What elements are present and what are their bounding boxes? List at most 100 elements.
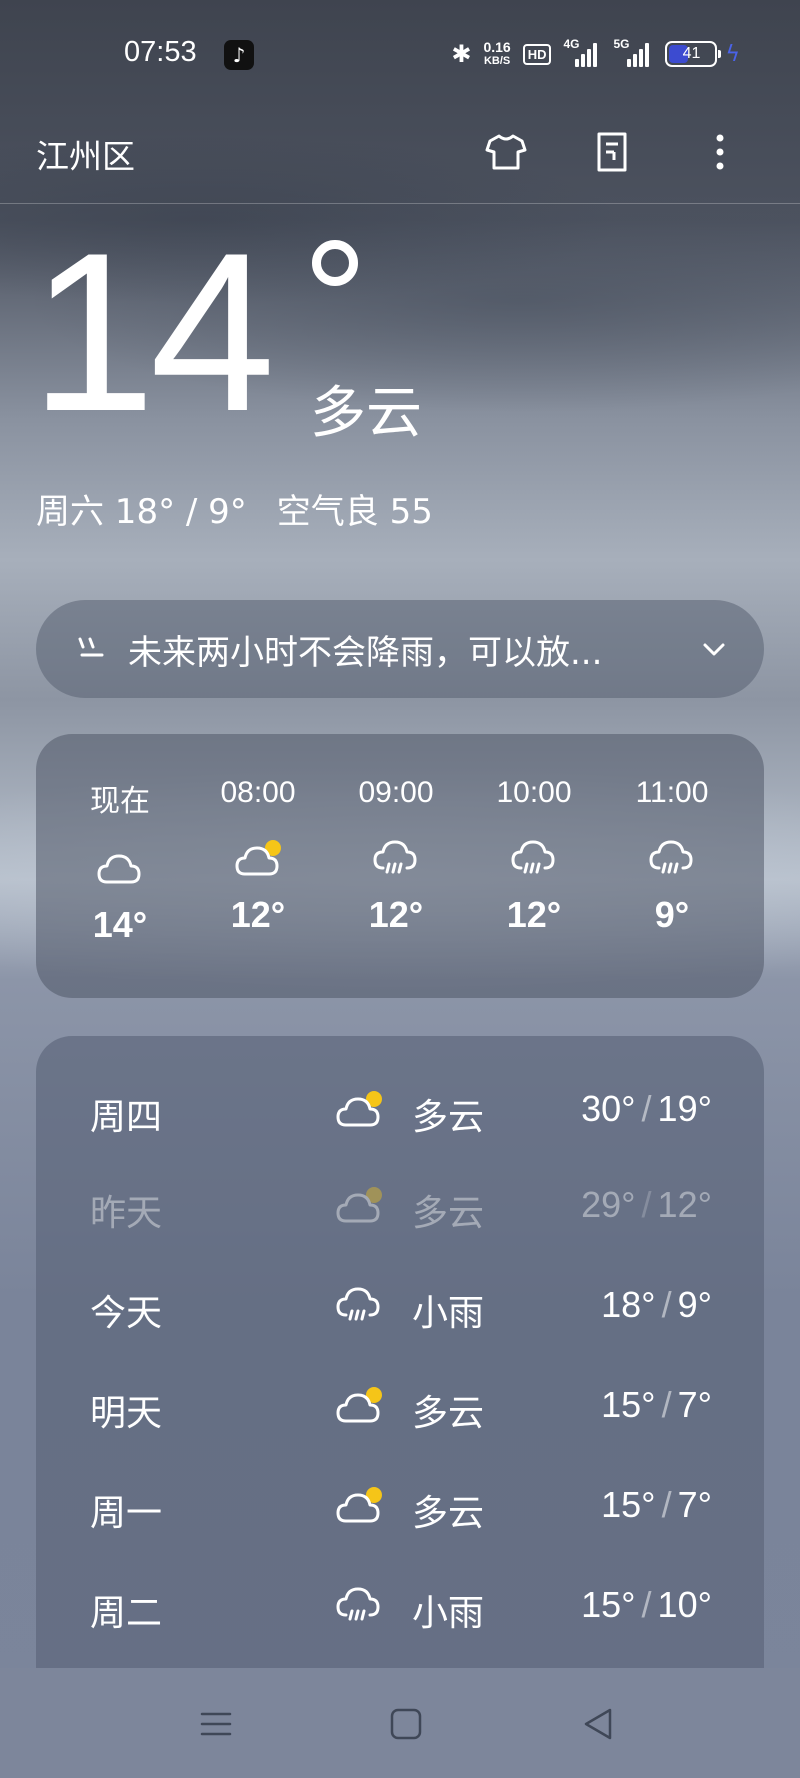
- partly-cloudy-icon: [332, 1480, 386, 1530]
- hourly-temp: 12°: [368, 894, 424, 935]
- shirt-icon[interactable]: [482, 128, 530, 176]
- day-high: 30°: [581, 1088, 636, 1129]
- air-quality[interactable]: 空气良 55: [277, 492, 433, 532]
- light-rain-icon: [326, 834, 466, 884]
- day-low: 7°: [677, 1484, 712, 1525]
- day-name: 今天: [90, 1293, 163, 1334]
- current-condition: 多云: [310, 381, 422, 446]
- home-icon[interactable]: [386, 1704, 426, 1744]
- day-condition: 多云: [412, 1493, 485, 1534]
- light-rain-icon: [332, 1280, 386, 1330]
- signal-4g-label: 4G: [563, 37, 580, 51]
- hourly-item: 11:00 9°: [602, 776, 742, 936]
- rain-forecast-text: 未来两小时不会降雨，可以放...: [128, 632, 603, 673]
- day-low: 9°: [677, 1284, 712, 1325]
- bluetooth-icon: ✱: [451, 40, 472, 68]
- partly-cloudy-icon: [188, 834, 328, 884]
- light-rain-icon: [464, 834, 604, 884]
- signal-4g-icon: 4G: [563, 37, 601, 67]
- status-bar: 07:53 ♪ ✱ 0.16 KB/S HD 4G 5G 41 ϟ: [0, 0, 800, 100]
- status-icons: ✱ 0.16 KB/S HD 4G 5G 41 ϟ: [451, 36, 740, 72]
- battery-icon: 41: [665, 41, 722, 67]
- day-temp-range: 15°/7°: [601, 1484, 712, 1526]
- hourly-time: 11:00: [635, 776, 709, 809]
- system-nav-bar: [0, 1668, 800, 1778]
- day-temp-range: 29°/12°: [581, 1184, 712, 1226]
- day-temp-range: 15°/10°: [581, 1584, 712, 1626]
- temp-separator: /: [641, 1088, 652, 1129]
- hourly-item: 09:00 12°: [326, 776, 466, 936]
- day-temp-range: 30°/19°: [581, 1088, 712, 1130]
- battery-level: 41: [682, 45, 701, 62]
- hourly-forecast-card[interactable]: 现在 14° 08:00 12° 09:00 12° 10:00 12° 11:00 9°: [36, 734, 764, 998]
- day-temp-range: 15°/7°: [601, 1384, 712, 1426]
- day-name: 周四: [90, 1097, 163, 1138]
- day-name: 周二: [90, 1593, 163, 1634]
- day-condition: 多云: [412, 1193, 485, 1234]
- app-header: 江州区: [0, 110, 800, 204]
- partly-cloudy-icon: [332, 1084, 386, 1134]
- day-high: 15°: [601, 1484, 656, 1525]
- back-icon[interactable]: [578, 1704, 618, 1744]
- status-time: 07:53: [124, 36, 197, 68]
- partly-cloudy-icon: [332, 1380, 386, 1430]
- hourly-item: 08:00 12°: [188, 776, 328, 936]
- hourly-time: 10:00: [496, 776, 572, 809]
- day-name: 周一: [90, 1493, 163, 1534]
- signal-5g-label: 5G: [613, 37, 630, 51]
- document-icon[interactable]: [588, 128, 636, 176]
- rain-icon: [76, 632, 106, 667]
- network-speed-value: 0.16: [483, 39, 511, 55]
- hourly-time: 08:00: [220, 776, 296, 809]
- day-condition: 多云: [412, 1097, 485, 1138]
- day-high: 18°: [601, 1284, 656, 1325]
- day-condition: 小雨: [412, 1293, 485, 1334]
- daily-row[interactable]: 周一 多云 15°/7°: [36, 1478, 764, 1538]
- temp-separator: /: [661, 1284, 672, 1325]
- degree-symbol: [312, 240, 358, 286]
- chevron-down-icon[interactable]: [698, 633, 730, 665]
- charging-icon: ϟ: [725, 41, 740, 67]
- day-high: 15°: [581, 1584, 636, 1625]
- network-speed: 0.16 KB/S: [483, 40, 510, 68]
- day-high: 15°: [601, 1384, 656, 1425]
- today-summary: 周六 18° / 9° 空气良 55: [36, 484, 433, 533]
- hourly-temp: 9°: [654, 894, 690, 935]
- daily-forecast-card[interactable]: 周四 多云 30°/19° 昨天 多云 29°/12° 今天 小雨 18°/9° 明天 多云 15° /…: [36, 1036, 764, 1668]
- daily-row[interactable]: 昨天 多云 29°/12°: [36, 1178, 764, 1238]
- day-name: 明天: [90, 1393, 163, 1434]
- day-low: 12°: [657, 1184, 712, 1225]
- daily-row[interactable]: 明天 多云 15°/7°: [36, 1378, 764, 1438]
- temp-separator: /: [641, 1584, 652, 1625]
- day-temp-range: 18°/9°: [601, 1284, 712, 1326]
- location-title[interactable]: 江州区: [36, 130, 135, 178]
- partly-cloudy-icon: [332, 1180, 386, 1230]
- hourly-temp: 12°: [230, 894, 286, 935]
- hourly-time: 09:00: [358, 776, 434, 809]
- cloudy-icon: [50, 844, 190, 894]
- temp-separator: /: [661, 1384, 672, 1425]
- hd-badge: HD: [522, 43, 552, 65]
- light-rain-icon: [332, 1580, 386, 1630]
- daily-row[interactable]: 周二 小雨 15°/10°: [36, 1578, 764, 1638]
- temp-separator: /: [661, 1484, 672, 1525]
- hourly-time: 现在: [90, 784, 150, 819]
- day-condition: 多云: [412, 1393, 485, 1434]
- network-speed-unit: KB/S: [483, 55, 511, 67]
- day-condition: 小雨: [412, 1593, 485, 1634]
- daily-row[interactable]: 今天 小雨 18°/9°: [36, 1278, 764, 1338]
- menu-icon[interactable]: [196, 1704, 236, 1744]
- more-icon[interactable]: [696, 128, 744, 176]
- today-temp-range: 周六 18° / 9°: [36, 492, 247, 532]
- rain-forecast-banner[interactable]: 未来两小时不会降雨，可以放...: [36, 600, 764, 698]
- day-low: 10°: [657, 1584, 712, 1625]
- day-low: 19°: [657, 1088, 712, 1129]
- signal-5g-icon: 5G: [613, 37, 653, 67]
- hourly-item: 10:00 12°: [464, 776, 604, 936]
- tiktok-notification-icon: ♪: [224, 40, 254, 70]
- hourly-temp: 14°: [92, 904, 148, 945]
- day-name: 昨天: [90, 1193, 163, 1234]
- daily-row[interactable]: 周四 多云 30°/19°: [36, 1082, 764, 1142]
- hourly-temp: 12°: [506, 894, 562, 935]
- day-high: 29°: [581, 1184, 636, 1225]
